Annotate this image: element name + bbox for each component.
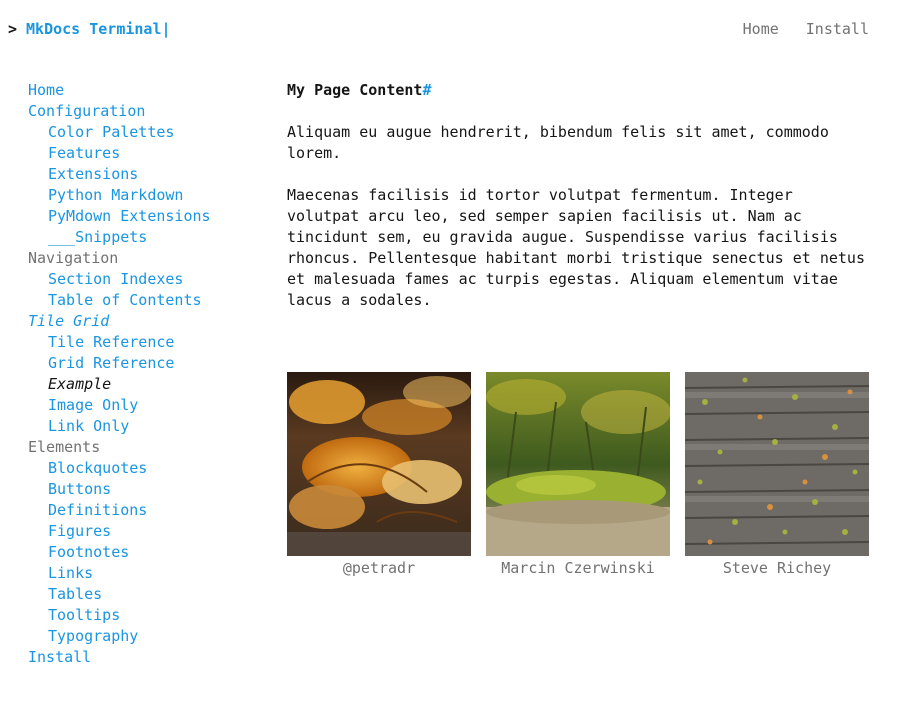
page-title-text: My Page Content: [287, 81, 423, 99]
sidebar-item-tile-reference[interactable]: Tile Reference: [28, 332, 268, 353]
sidebar-item-grid-reference[interactable]: Grid Reference: [28, 353, 268, 374]
autumn-leaves-image[interactable]: [287, 372, 471, 556]
sidebar-item-table-of-contents[interactable]: Table of Contents: [28, 290, 268, 311]
cursor-icon: |: [161, 20, 171, 38]
terminal-prompt-icon: >: [8, 20, 18, 38]
topnav-home-link[interactable]: Home: [743, 20, 779, 38]
sidebar-section-elements: Elements: [28, 438, 101, 456]
sidebar-item-image-only[interactable]: Image Only: [28, 395, 268, 416]
sidebar-item-figures[interactable]: Figures: [28, 521, 268, 542]
sidebar-item-link-only[interactable]: Link Only: [28, 416, 268, 437]
sidebar-item-typography[interactable]: Typography: [28, 626, 268, 647]
tile-moss-forest[interactable]: Marcin Czerwinski: [486, 372, 670, 579]
site-title-link[interactable]: MkDocs Terminal: [26, 20, 161, 38]
topnav-install-link[interactable]: Install: [806, 20, 869, 38]
sidebar-item-home[interactable]: Home: [28, 80, 268, 101]
moss-forest-image[interactable]: [486, 372, 670, 556]
paragraph-1: Aliquam eu augue hendrerit, bibendum fel…: [287, 123, 829, 162]
sidebar-section-navigation: Navigation: [28, 249, 119, 267]
site-logo[interactable]: > MkDocs Terminal|: [8, 19, 171, 39]
tile-grid: @petradr Marcin Czerwinski Steve Richey: [287, 372, 869, 579]
page-title: My Page Content#: [287, 80, 869, 101]
sidebar-item-configuration[interactable]: Configuration: [28, 101, 268, 122]
wooden-deck-image[interactable]: [685, 372, 869, 556]
paragraph-2: Maecenas facilisis id tortor volutpat fe…: [287, 186, 865, 309]
sidebar-item-definitions[interactable]: Definitions: [28, 500, 268, 521]
sidebar-item-extensions[interactable]: Extensions: [28, 164, 268, 185]
sidebar-item-footnotes[interactable]: Footnotes: [28, 542, 268, 563]
sidebar-item-section-indexes[interactable]: Section Indexes: [28, 269, 268, 290]
site-header: > MkDocs Terminal| Home Install: [0, 0, 909, 60]
sidebar-item-color-palettes[interactable]: Color Palettes: [28, 122, 268, 143]
sidebar-item-links[interactable]: Links: [28, 563, 268, 584]
sidebar-item-blockquotes[interactable]: Blockquotes: [28, 458, 268, 479]
tile-wooden-deck[interactable]: Steve Richey: [685, 372, 869, 579]
main-content: My Page Content# Aliquam eu augue hendre…: [287, 80, 869, 311]
sidebar-item-python-markdown[interactable]: Python Markdown: [28, 185, 268, 206]
tile-caption: Steve Richey: [722, 559, 832, 577]
tile-caption: @petradr: [342, 559, 416, 577]
sidebar-navigation: Home Configuration Color Palettes Featur…: [28, 80, 268, 668]
sidebar-item-tooltips[interactable]: Tooltips: [28, 605, 268, 626]
sidebar-item-buttons[interactable]: Buttons: [28, 479, 268, 500]
sidebar-item-install[interactable]: Install: [28, 647, 268, 668]
sidebar-item-pymdown-extensions[interactable]: PyMdown Extensions: [28, 206, 268, 227]
sidebar-item-tables[interactable]: Tables: [28, 584, 268, 605]
top-navigation: Home Install: [716, 19, 869, 39]
tile-caption: Marcin Czerwinski: [501, 559, 655, 577]
sidebar-item-example-current: Example: [48, 375, 112, 393]
sidebar-item-snippets[interactable]: ___Snippets: [28, 227, 268, 248]
sidebar-item-tile-grid[interactable]: Tile Grid: [28, 311, 268, 332]
tile-autumn-leaves[interactable]: @petradr: [287, 372, 471, 579]
heading-anchor-link[interactable]: #: [422, 81, 431, 99]
sidebar-item-features[interactable]: Features: [28, 143, 268, 164]
